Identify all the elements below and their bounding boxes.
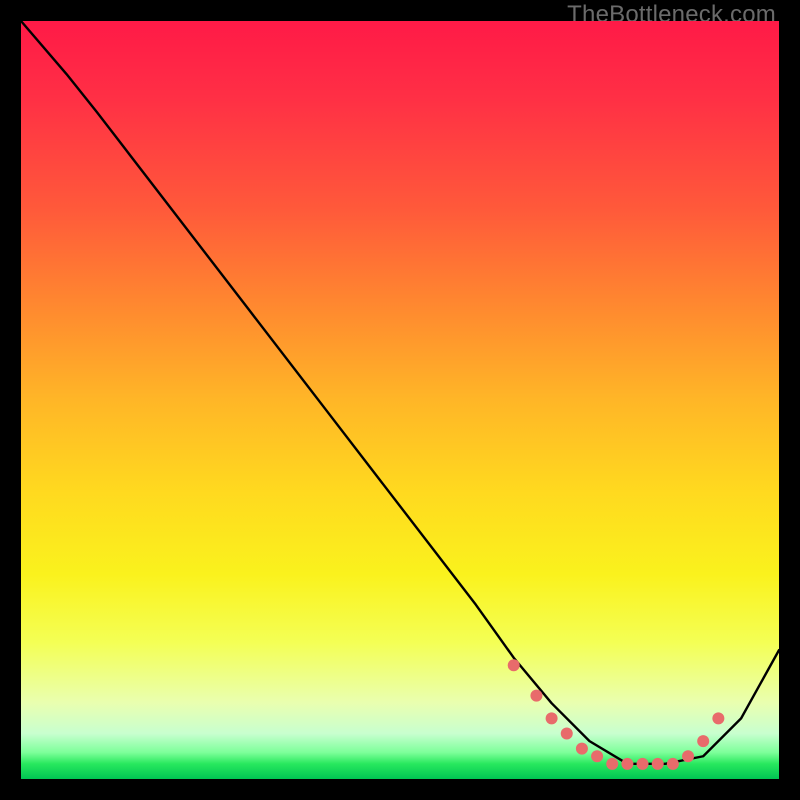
marker-dot	[667, 758, 679, 770]
curve-line	[21, 21, 779, 764]
marker-dot	[546, 712, 558, 724]
marker-dot	[652, 758, 664, 770]
marker-dot	[508, 659, 520, 671]
line-path	[21, 21, 779, 764]
marker-dot	[561, 728, 573, 740]
plot-area	[21, 21, 779, 779]
marker-dot	[682, 750, 694, 762]
marker-dot	[621, 758, 633, 770]
marker-dot	[637, 758, 649, 770]
marker-dot	[697, 735, 709, 747]
marker-dot	[576, 743, 588, 755]
marker-dot	[606, 758, 618, 770]
marker-dot	[712, 712, 724, 724]
marker-group	[508, 659, 725, 770]
marker-dot	[591, 750, 603, 762]
marker-dot	[530, 690, 542, 702]
chart-frame: TheBottleneck.com	[0, 0, 800, 800]
chart-svg	[21, 21, 779, 779]
